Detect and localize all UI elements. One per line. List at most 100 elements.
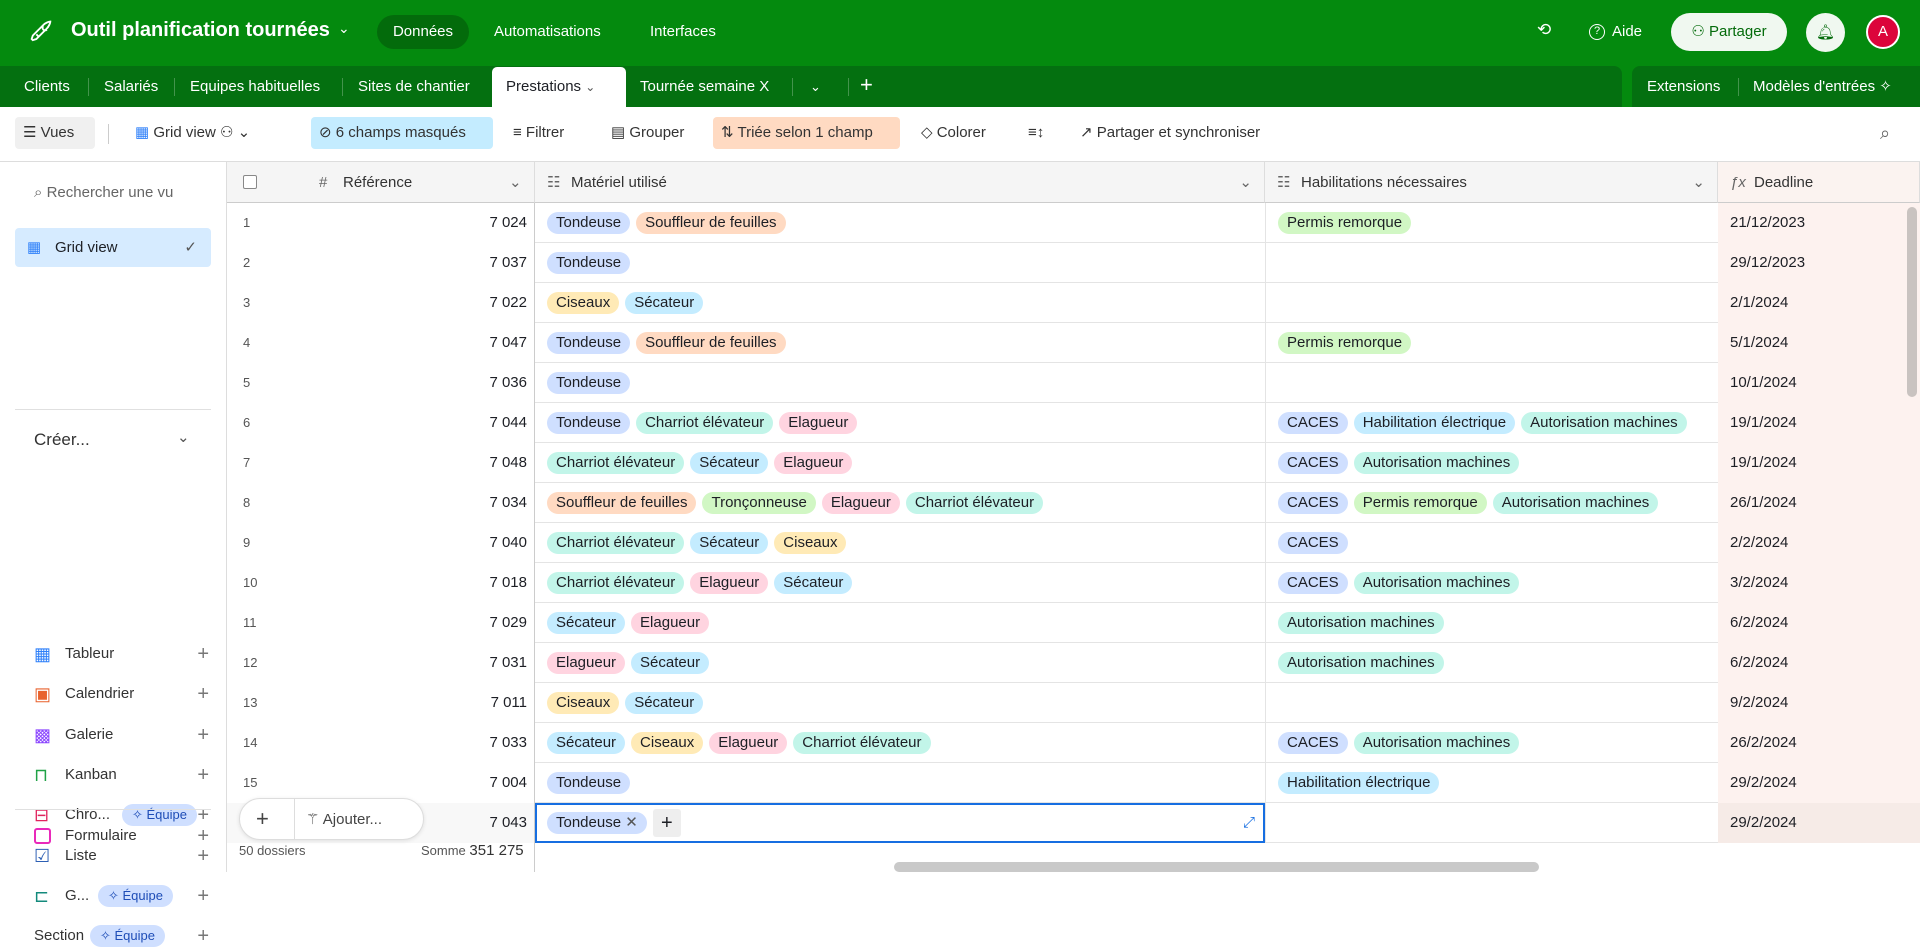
materiel-cell[interactable]: Tondeuse	[535, 243, 1265, 283]
chevron-down-icon[interactable]: ⌄	[1692, 162, 1705, 203]
reference-cell[interactable]: 13 7 011	[227, 683, 535, 723]
create-kanban[interactable]: ⊓ Kanban +	[34, 760, 209, 790]
add-table-plus-icon[interactable]: +	[860, 66, 873, 107]
materiel-cell[interactable]: Tondeuse ✕ + ⤢	[535, 803, 1265, 843]
habilitations-cell[interactable]: Autorisation machines	[1265, 643, 1718, 683]
materiel-cell[interactable]: Elagueur Sécateur	[535, 643, 1265, 683]
table-row[interactable]: 2 7 037 Tondeuse 29/12/2023	[227, 243, 1920, 283]
plus-icon[interactable]: +	[197, 821, 209, 851]
chevron-down-icon[interactable]: ⌄	[585, 80, 595, 94]
reference-cell[interactable]: 11 7 029	[227, 603, 535, 643]
chevron-down-icon[interactable]: ⌄	[177, 428, 190, 446]
materiel-cell[interactable]: Charriot élévateur Elagueur Sécateur	[535, 563, 1265, 603]
chevron-down-icon[interactable]: ⌄	[509, 162, 522, 203]
materiel-cell[interactable]: Charriot élévateur Sécateur Elagueur	[535, 443, 1265, 483]
base-title[interactable]: Outil planification tournées	[71, 19, 330, 42]
help-button[interactable]: Aide	[1612, 15, 1642, 49]
table-row[interactable]: 6 7 044 Tondeuse Charriot élévateur Elagueu…	[227, 403, 1920, 443]
habilitations-cell[interactable]	[1265, 683, 1718, 723]
habilitations-cell[interactable]: CACES Permis remorque Autorisation machine…	[1265, 483, 1718, 523]
habilitations-cell[interactable]: CACES Habilitation électrique Autorisation…	[1265, 403, 1718, 443]
share-button[interactable]: ⚇ Partager	[1671, 13, 1787, 51]
materiel-cell[interactable]: Sécateur Ciseaux Elagueur Charriot élévateu…	[535, 723, 1265, 763]
create-gallery[interactable]: ▩ Galerie +	[34, 720, 209, 750]
table-row[interactable]: 7 7 048 Charriot élévateur Sécateur Elagueu…	[227, 443, 1920, 483]
add-record-plus-icon[interactable]: +	[256, 806, 269, 832]
nav-donnees[interactable]: Données	[377, 15, 469, 49]
table-row[interactable]: 13 7 011 Ciseaux Sécateur 9/2/2024	[227, 683, 1920, 723]
group-button[interactable]: ▤ Grouper	[603, 117, 692, 149]
plus-icon[interactable]: +	[197, 921, 209, 951]
hidden-fields-button[interactable]: ⊘ 6 champs masqués	[311, 117, 493, 149]
habilitations-cell[interactable]	[1265, 243, 1718, 283]
row-height-icon[interactable]: ≡↕	[1020, 117, 1052, 149]
search-views-input[interactable]: ⌕ Rechercher une vu	[34, 184, 173, 201]
materiel-cell[interactable]: Ciseaux Sécateur	[535, 683, 1265, 723]
sort-button[interactable]: ⇅ Triée selon 1 champ	[713, 117, 900, 149]
bell-icon[interactable]: 🔔︎	[1806, 13, 1845, 52]
nav-interfaces[interactable]: Interfaces	[650, 15, 716, 49]
create-section-title[interactable]: Créer...	[34, 430, 90, 450]
reference-cell[interactable]: 15 7 004	[227, 763, 535, 803]
column-header-habilitations[interactable]: ☷ Habilitations nécessaires ⌄	[1265, 162, 1718, 203]
plus-icon[interactable]: +	[197, 720, 209, 750]
plus-icon[interactable]: +	[197, 639, 209, 669]
reference-cell[interactable]: 2 7 037	[227, 243, 535, 283]
materiel-cell[interactable]: Tondeuse Charriot élévateur Elagueur	[535, 403, 1265, 443]
table-row[interactable]: 9 7 040 Charriot élévateur Sécateur Ciseaux…	[227, 523, 1920, 563]
tab-clients[interactable]: Clients	[24, 66, 70, 107]
habilitations-cell[interactable]: CACES	[1265, 523, 1718, 563]
add-ai-button[interactable]: ⚚ Ajouter...	[306, 810, 382, 828]
history-icon[interactable]: ⟲	[1537, 20, 1551, 40]
expand-icon[interactable]: ⤢	[1243, 805, 1255, 841]
materiel-cell[interactable]: Sécateur Elagueur	[535, 603, 1265, 643]
tab-salaries[interactable]: Salariés	[104, 66, 158, 107]
habilitations-cell[interactable]: CACES Autorisation machines	[1265, 443, 1718, 483]
materiel-cell[interactable]: Tondeuse	[535, 363, 1265, 403]
habilitations-cell[interactable]	[1265, 283, 1718, 323]
chevron-down-icon[interactable]: ⌄	[338, 20, 350, 37]
habilitations-cell[interactable]: CACES Autorisation machines	[1265, 563, 1718, 603]
materiel-cell[interactable]: Tondeuse	[535, 763, 1265, 803]
extensions-button[interactable]: Extensions	[1647, 66, 1720, 107]
column-header-deadline[interactable]: ƒx Deadline	[1718, 162, 1920, 203]
create-calendar[interactable]: ▣ Calendrier +	[34, 679, 209, 709]
materiel-cell[interactable]: Ciseaux Sécateur	[535, 283, 1265, 323]
create-form[interactable]: Formulaire +	[34, 821, 209, 851]
reference-cell[interactable]: 8 7 034	[227, 483, 535, 523]
table-row[interactable]: 1 7 024 Tondeuse Souffleur de feuilles Perm…	[227, 203, 1920, 243]
reference-cell[interactable]: 7 7 048	[227, 443, 535, 483]
search-icon[interactable]: ⌕	[1872, 117, 1898, 149]
habilitations-cell[interactable]: CACES Autorisation machines	[1265, 723, 1718, 763]
plus-icon[interactable]: +	[197, 881, 209, 911]
table-row[interactable]: 3 7 022 Ciseaux Sécateur 2/1/2024	[227, 283, 1920, 323]
habilitations-cell[interactable]	[1265, 363, 1718, 403]
horizontal-scrollbar[interactable]	[894, 862, 1539, 872]
column-header-materiel[interactable]: ☷ Matériel utilisé ⌄	[535, 162, 1265, 203]
table-row[interactable]: 14 7 033 Sécateur Ciseaux Elagueur Charriot …	[227, 723, 1920, 763]
share-sync-button[interactable]: ↗ Partager et synchroniser	[1072, 117, 1268, 149]
tab-sites[interactable]: Sites de chantier	[358, 66, 470, 107]
table-row[interactable]: 8 7 034 Souffleur de feuilles Tronçonneuse…	[227, 483, 1920, 523]
nav-automatisations[interactable]: Automatisations	[494, 15, 601, 49]
create-table[interactable]: ▦ Tableur +	[34, 639, 209, 669]
habilitations-cell[interactable]: Permis remorque	[1265, 323, 1718, 363]
tab-prestations[interactable]: Prestations ⌄	[492, 67, 626, 108]
more-tabs-chevron-icon[interactable]: ⌄	[810, 66, 821, 107]
reference-cell[interactable]: 6 7 044	[227, 403, 535, 443]
materiel-cell[interactable]: Tondeuse Souffleur de feuilles	[535, 203, 1265, 243]
reference-cell[interactable]: 1 7 024	[227, 203, 535, 243]
color-button[interactable]: ◇ Colorer	[913, 117, 994, 149]
views-button[interactable]: ☰ Vues	[15, 117, 95, 149]
table-row[interactable]: 11 7 029 Sécateur Elagueur Autorisation mac…	[227, 603, 1920, 643]
habilitations-cell[interactable]	[1265, 803, 1718, 843]
avatar[interactable]: A	[1866, 15, 1900, 49]
chevron-down-icon[interactable]: ⌄	[1239, 162, 1252, 203]
vertical-scrollbar[interactable]	[1907, 207, 1917, 397]
reference-cell[interactable]: 9 7 040	[227, 523, 535, 563]
table-row[interactable]: 15 7 004 Tondeuse Habilitation électrique 2…	[227, 763, 1920, 803]
habilitations-cell[interactable]: Habilitation électrique	[1265, 763, 1718, 803]
tab-tournee[interactable]: Tournée semaine X	[640, 66, 769, 107]
reference-cell[interactable]: 3 7 022	[227, 283, 535, 323]
create-section[interactable]: Section + ✧ Équipe	[34, 921, 209, 951]
